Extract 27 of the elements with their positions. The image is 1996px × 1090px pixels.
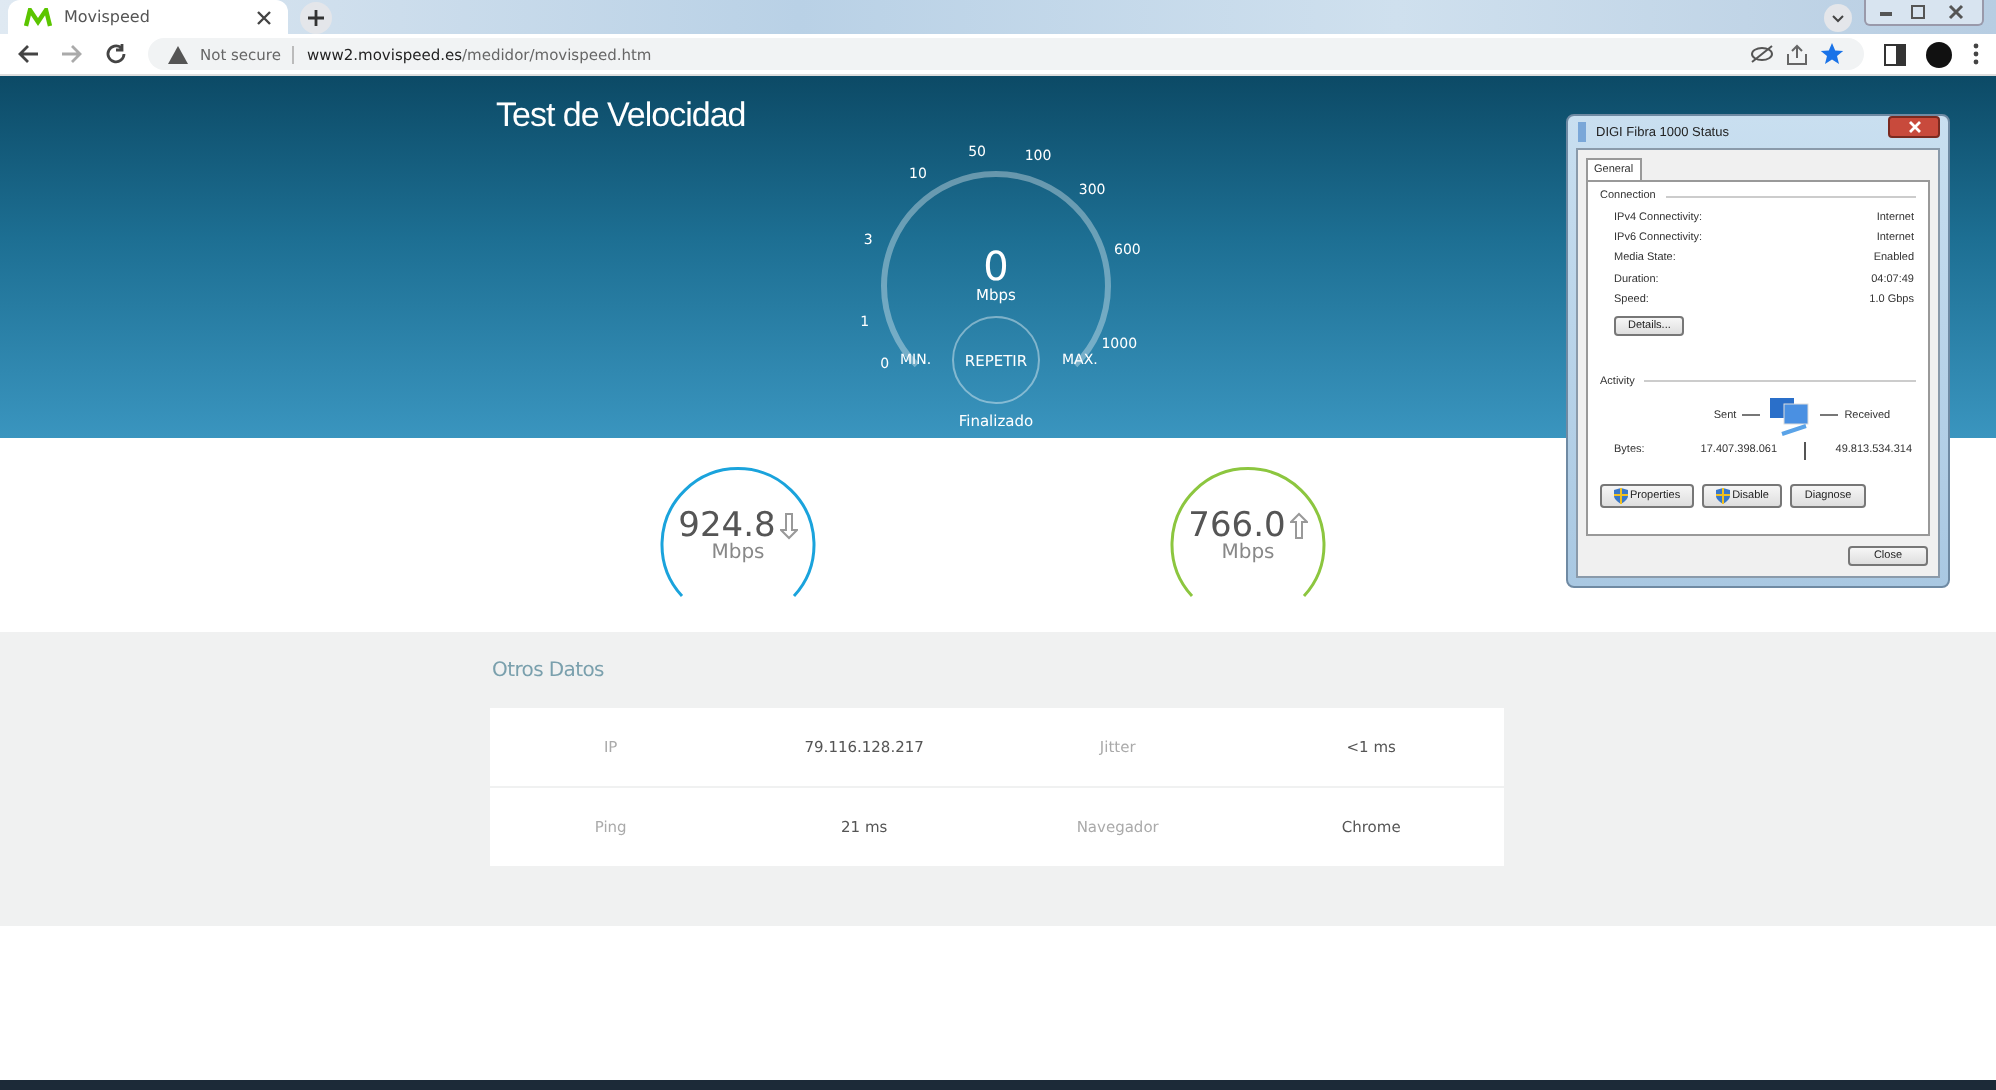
side-panel-icon[interactable] (1884, 43, 1906, 65)
logo-icon (24, 7, 52, 27)
menu-icon[interactable] (1972, 42, 1980, 66)
tab-search-icon[interactable] (1824, 3, 1852, 31)
browser-tab[interactable]: Movispeed (8, 0, 288, 34)
back-icon[interactable] (16, 42, 40, 66)
computers-icon (1766, 393, 1815, 438)
new-tab-icon[interactable] (300, 1, 332, 33)
speed-result: 924.8 (678, 506, 776, 546)
speed-unit: Mbps (1221, 542, 1275, 564)
speed-value: 0 (983, 244, 1009, 288)
download-arrow-icon (779, 512, 798, 540)
avatar-icon[interactable] (1926, 41, 1952, 67)
speed-result: 766.0 (1188, 506, 1286, 546)
close-button[interactable] (1888, 116, 1940, 138)
page-title: Test de Velocidad (496, 96, 746, 136)
close-icon (1907, 120, 1921, 134)
close-icon[interactable] (256, 9, 272, 25)
network-icon (1576, 122, 1588, 142)
share-icon[interactable] (1786, 43, 1808, 65)
reload-icon[interactable] (104, 42, 128, 66)
section-title: Otros Datos (492, 660, 606, 682)
star-icon[interactable] (1820, 42, 1844, 66)
warning-icon (168, 45, 188, 63)
upload-arrow-icon (1289, 512, 1308, 540)
eye-slash-icon[interactable] (1750, 44, 1774, 64)
speed-unit: Mbps (711, 542, 765, 564)
